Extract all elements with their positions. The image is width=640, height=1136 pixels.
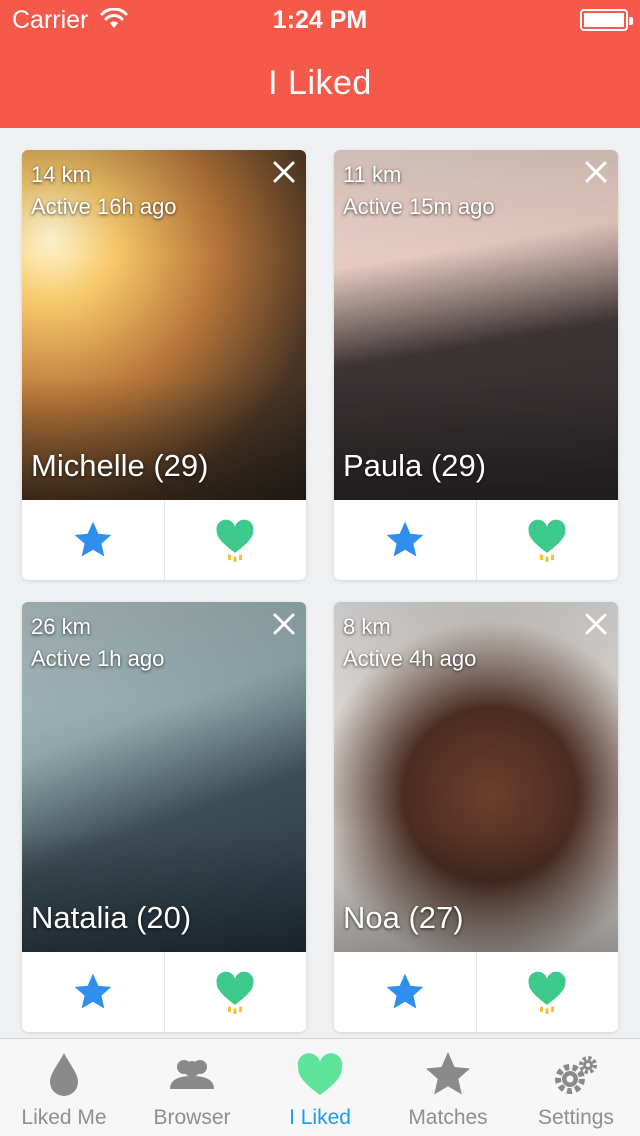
tab-browser[interactable]: Browser [128, 1039, 256, 1136]
tab-label: Settings [538, 1106, 614, 1129]
close-icon[interactable] [584, 160, 608, 184]
close-icon[interactable] [272, 612, 296, 636]
like-button[interactable] [475, 500, 619, 580]
navigation-bar: Carrier 1:24 PM I Liked [0, 0, 640, 128]
like-button[interactable] [475, 952, 619, 1032]
last-active-label: Active 4h ago [343, 646, 477, 671]
distance-label: 11 km [343, 162, 402, 187]
close-icon[interactable] [584, 612, 608, 636]
heart-icon [216, 519, 254, 562]
gears-icon [555, 1056, 597, 1094]
distance-label: 26 km [31, 614, 91, 639]
star-icon [74, 973, 112, 1009]
distance-label: 14 km [31, 162, 91, 187]
clock: 1:24 PM [272, 6, 368, 34]
star-icon [74, 521, 112, 557]
like-button[interactable] [163, 500, 307, 580]
favorite-button[interactable] [334, 500, 476, 580]
tab-matches[interactable]: Matches [384, 1039, 512, 1136]
last-active-label: Active 15m ago [343, 194, 495, 219]
heart-icon [216, 971, 254, 1014]
star-icon [386, 521, 424, 557]
tab-liked-me[interactable]: Liked Me [0, 1039, 128, 1136]
distance-label: 8 km [343, 614, 391, 639]
profile-card[interactable]: 26 km Active 1h ago Natalia (20) [22, 602, 306, 1032]
heart-icon [297, 1053, 343, 1095]
last-active-label: Active 1h ago [31, 646, 165, 671]
profile-name: Natalia (20) [31, 900, 192, 935]
profile-name: Michelle (29) [31, 448, 209, 483]
tab-label: Matches [408, 1106, 488, 1129]
close-icon[interactable] [272, 160, 296, 184]
heart-icon [528, 519, 566, 562]
tab-label: Browser [153, 1106, 231, 1129]
favorite-button[interactable] [22, 500, 164, 580]
tab-settings[interactable]: Settings [512, 1039, 640, 1136]
profile-card[interactable]: 14 km Active 16h ago Michelle (29) [22, 150, 306, 580]
tab-bar: Liked Me Browser I Liked Matches Setting… [0, 1038, 640, 1136]
tab-label: I Liked [289, 1106, 351, 1129]
profile-card[interactable]: 11 km Active 15m ago Paula (29) [334, 150, 618, 580]
profile-name: Noa (27) [343, 900, 464, 935]
heart-icon [528, 971, 566, 1014]
star-icon [386, 973, 424, 1009]
last-active-label: Active 16h ago [31, 194, 177, 219]
people-icon [170, 1060, 214, 1089]
status-bar: Carrier 1:24 PM [0, 0, 640, 40]
like-button[interactable] [163, 952, 307, 1032]
favorite-button[interactable] [22, 952, 164, 1032]
battery-icon [580, 9, 633, 31]
tab-label: Liked Me [21, 1106, 107, 1129]
tab-i-liked[interactable]: I Liked [256, 1039, 384, 1136]
favorite-button[interactable] [334, 952, 476, 1032]
profile-card[interactable]: 8 km Active 4h ago Noa (27) [334, 602, 618, 1032]
page-title: I Liked [268, 64, 372, 102]
star-icon [426, 1052, 470, 1095]
drop-icon [50, 1053, 78, 1096]
profile-name: Paula (29) [343, 448, 487, 483]
